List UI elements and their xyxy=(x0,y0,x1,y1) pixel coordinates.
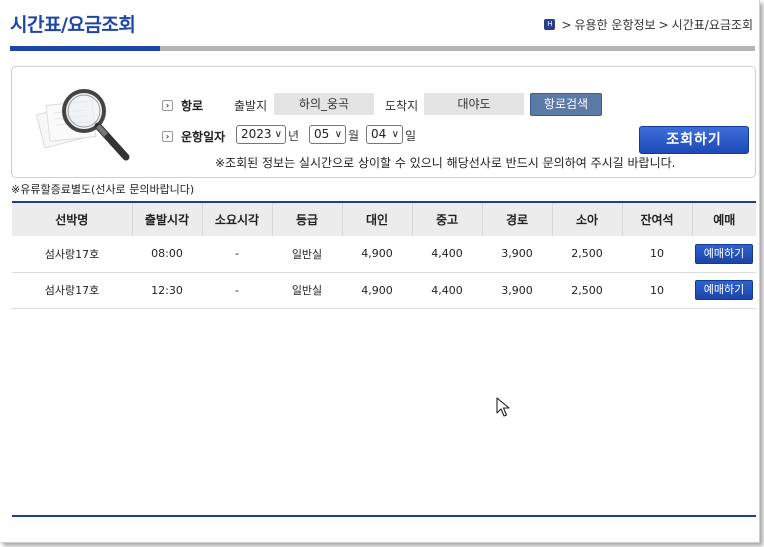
year-value: 2023 xyxy=(241,127,272,141)
day-unit: 일 xyxy=(405,129,417,143)
day-select[interactable]: 04 ∨ xyxy=(366,125,403,144)
mouse-cursor-icon xyxy=(496,397,510,417)
depart-time: 12:30 xyxy=(132,272,202,309)
table-header-row: 선박명 출발시각 소요시각 등급 대인 중고 경로 소아 잔여석 예매 xyxy=(12,201,756,236)
duration: - xyxy=(202,236,272,273)
col-header-teen: 중고 xyxy=(412,201,483,236)
grade: 일반실 xyxy=(272,236,342,273)
col-header-child: 소아 xyxy=(552,201,623,236)
page-title: 시간표/요금조회 xyxy=(10,14,136,36)
schedule-table: 선박명 출발시각 소요시각 등급 대인 중고 경로 소아 잔여석 예매 섬사랑1… xyxy=(12,201,756,309)
year-select[interactable]: 2023 ∨ xyxy=(236,125,286,144)
month-select[interactable]: 05 ∨ xyxy=(309,125,346,144)
fare-senior: 3,900 xyxy=(482,272,552,309)
breadcrumb-item-current: 시간표/요금조회 xyxy=(671,18,753,32)
day-value: 04 xyxy=(371,127,387,141)
arrival-field[interactable]: 대야도 xyxy=(424,93,524,115)
depart-time: 08:00 xyxy=(132,236,202,273)
breadcrumb-item-info[interactable]: 유용한 운항정보 xyxy=(575,16,656,33)
duration: - xyxy=(202,272,272,309)
col-header-seats: 잔여석 xyxy=(622,201,693,236)
query-button[interactable]: 조회하기 xyxy=(639,126,749,154)
remaining-seats: 10 xyxy=(622,272,692,309)
search-panel: › 항로 출발지 하의_웅곡 도착지 대야도 항로검색 › 운항일자 2023 … xyxy=(11,66,756,178)
breadcrumb: H > 유용한 운항정보 > 시간표/요금조회 xyxy=(544,16,753,33)
col-header-depart: 출발시각 xyxy=(132,201,203,236)
realtime-notice: ※조회된 정보는 실시간으로 상이할 수 있으니 해당선사로 반드시 문의하여 … xyxy=(215,156,676,170)
chevron-down-icon: ∨ xyxy=(274,129,282,140)
col-header-senior: 경로 xyxy=(482,201,553,236)
chevron-down-icon: ∨ xyxy=(391,129,399,140)
magnifier-icon xyxy=(35,89,130,161)
date-label: 운항일자 xyxy=(181,130,226,144)
table-bottom-rule xyxy=(12,515,756,517)
home-icon[interactable]: H xyxy=(544,19,556,30)
bullet-arrow-icon: › xyxy=(162,131,173,142)
col-header-duration: 소요시각 xyxy=(202,201,273,236)
arrival-label: 도착지 xyxy=(385,99,419,113)
year-unit: 년 xyxy=(288,129,300,143)
col-header-adult: 대인 xyxy=(342,201,413,236)
breadcrumb-separator: > xyxy=(658,17,669,32)
month-value: 05 xyxy=(314,127,330,141)
fuel-surcharge-note: ※유류할증료별도(선사로 문의바랍니다) xyxy=(11,183,195,196)
remaining-seats: 10 xyxy=(622,236,692,273)
month-unit: 월 xyxy=(348,129,360,143)
table-row: 섬사랑17호 08:00 - 일반실 4,900 4,400 3,900 2,5… xyxy=(12,236,756,273)
book-button[interactable]: 예매하기 xyxy=(695,243,753,264)
fare-adult: 4,900 xyxy=(342,272,412,309)
fare-adult: 4,900 xyxy=(342,236,412,273)
grade: 일반실 xyxy=(272,272,342,309)
date-row-label: › 운항일자 xyxy=(162,128,225,145)
col-header-grade: 등급 xyxy=(272,201,343,236)
fare-senior: 3,900 xyxy=(482,236,552,273)
breadcrumb-separator: > xyxy=(561,17,572,32)
col-header-ship: 선박명 xyxy=(12,201,133,236)
booking-cell: 예매하기 xyxy=(692,272,756,309)
title-underline-accent xyxy=(10,46,160,51)
bullet-arrow-icon: › xyxy=(162,100,173,111)
table-row: 섬사랑17호 12:30 - 일반실 4,900 4,400 3,900 2,5… xyxy=(12,272,756,309)
fare-teen: 4,400 xyxy=(412,272,482,309)
route-row-label: › 항로 xyxy=(162,97,203,114)
fare-child: 2,500 xyxy=(552,272,622,309)
route-search-button[interactable]: 항로검색 xyxy=(530,93,602,116)
departure-field[interactable]: 하의_웅곡 xyxy=(274,93,374,115)
route-label: 항로 xyxy=(181,99,204,113)
ship-name: 섬사랑17호 xyxy=(12,272,132,309)
book-button[interactable]: 예매하기 xyxy=(695,280,753,300)
booking-cell: 예매하기 xyxy=(692,236,756,273)
page-frame: 시간표/요금조회 H > 유용한 운항정보 > 시간표/요금조회 › 항로 출발… xyxy=(0,0,760,543)
fare-teen: 4,400 xyxy=(412,236,482,273)
fare-child: 2,500 xyxy=(552,236,622,273)
chevron-down-icon: ∨ xyxy=(334,129,342,140)
col-header-booking: 예매 xyxy=(692,201,756,236)
ship-name: 섬사랑17호 xyxy=(12,236,132,273)
departure-label: 출발지 xyxy=(234,99,268,113)
